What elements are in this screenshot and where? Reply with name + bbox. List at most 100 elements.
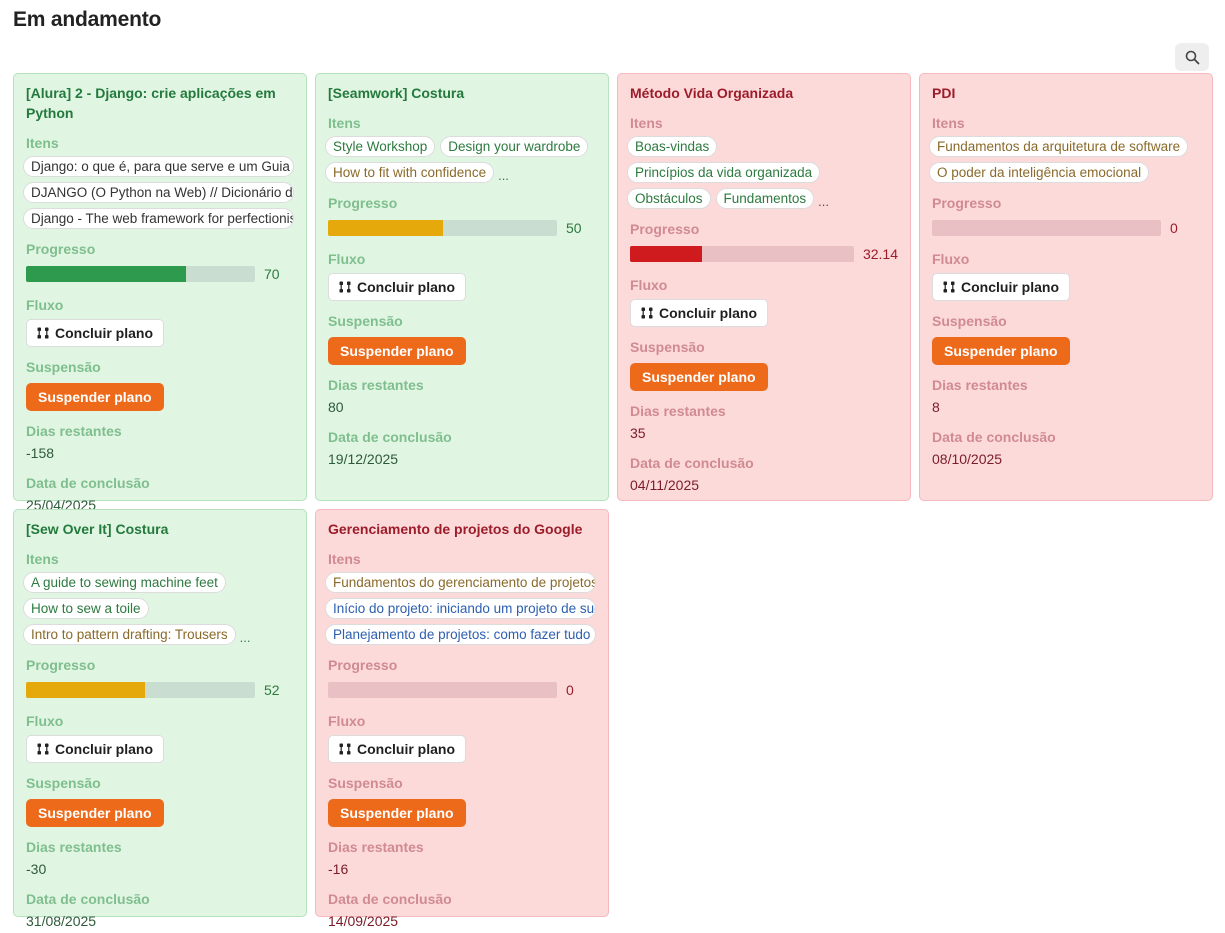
suspend-plan-button[interactable]: Suspender plano xyxy=(26,383,164,411)
flow-label: Fluxo xyxy=(328,713,366,729)
suspension-label: Suspensão xyxy=(26,359,101,375)
complete-plan-button[interactable]: Concluir plano xyxy=(328,735,466,763)
suspend-plan-button[interactable]: Suspender plano xyxy=(328,799,466,827)
progress-value: 50 xyxy=(566,220,582,236)
item-chip[interactable]: Intro to pattern drafting: Trousers xyxy=(23,624,236,645)
flow-label: Fluxo xyxy=(932,251,970,267)
days-remaining-value: -30 xyxy=(26,861,47,877)
search-icon xyxy=(1185,50,1199,64)
complete-plan-button[interactable]: Concluir plano xyxy=(932,273,1070,301)
progress-bar xyxy=(328,220,557,236)
item-chip[interactable]: Fundamentos do gerenciamento de projetos xyxy=(325,572,596,593)
complete-plan-label: Concluir plano xyxy=(659,305,757,321)
item-chip[interactable]: Início do projeto: iniciando um projeto … xyxy=(325,598,596,619)
suspension-label: Suspensão xyxy=(630,339,705,355)
items-label: Itens xyxy=(932,115,965,131)
item-chip[interactable]: Design your wardrobe xyxy=(440,136,589,157)
progress-value: 52 xyxy=(264,682,280,698)
progress-row: 0 xyxy=(932,217,1200,239)
complete-plan-button[interactable]: Concluir plano xyxy=(328,273,466,301)
plan-card: [Seamwork] Costura Itens Style Workshop Des… xyxy=(315,73,609,501)
item-chip[interactable]: Planejamento de projetos: como fazer tud… xyxy=(325,624,596,645)
complete-plan-label: Concluir plano xyxy=(55,741,153,757)
flow-label: Fluxo xyxy=(630,277,668,293)
page-title: Em andamento xyxy=(13,8,162,31)
workflow-icon xyxy=(339,743,351,755)
item-chip[interactable]: Fundamentos da arquitetura de software xyxy=(929,136,1189,157)
item-chip[interactable]: Django - The web framework for perfectio… xyxy=(23,208,294,229)
items-list: A guide to sewing machine feet How to sew… xyxy=(23,572,294,645)
progress-fill xyxy=(26,266,187,282)
item-chip[interactable]: O poder da inteligência emocional xyxy=(929,162,1150,183)
flow-label: Fluxo xyxy=(328,251,366,267)
progress-label: Progresso xyxy=(26,241,96,257)
card-title[interactable]: Método Vida Organizada xyxy=(630,83,898,103)
item-chip[interactable]: How to fit with confidence xyxy=(325,162,495,183)
item-chip[interactable]: Boas-vindas xyxy=(627,136,718,157)
suspension-label: Suspensão xyxy=(328,775,403,791)
completion-date-label: Data de conclusão xyxy=(932,429,1056,445)
card-title[interactable]: [Sew Over It] Costura xyxy=(26,519,294,539)
card-title[interactable]: [Alura] 2 - Django: crie aplicações em P… xyxy=(26,83,294,123)
items-list: Boas-vindas Princípios da vida organizada… xyxy=(627,136,898,209)
item-chip[interactable]: DJANGO (O Python na Web) // Dicionário d… xyxy=(23,182,294,203)
flow-label: Fluxo xyxy=(26,297,64,313)
search-button[interactable] xyxy=(1175,43,1209,71)
complete-plan-button[interactable]: Concluir plano xyxy=(630,299,768,327)
suspend-plan-button[interactable]: Suspender plano xyxy=(26,799,164,827)
items-list: Fundamentos da arquitetura de software O … xyxy=(929,136,1200,183)
plan-card: Método Vida Organizada Itens Boas-vindas Pr… xyxy=(617,73,911,501)
suspension-label: Suspensão xyxy=(26,775,101,791)
completion-date-value: 31/08/2025 xyxy=(26,913,97,929)
completion-date-label: Data de conclusão xyxy=(328,891,452,907)
complete-plan-label: Concluir plano xyxy=(357,741,455,757)
progress-value: 70 xyxy=(264,266,280,282)
progress-bar xyxy=(26,266,255,282)
item-chip[interactable]: Princípios da vida organizada xyxy=(627,162,821,183)
progress-value: 32.14 xyxy=(862,246,898,262)
plan-card: [Alura] 2 - Django: crie aplicações em P… xyxy=(13,73,307,513)
progress-fill xyxy=(328,220,443,236)
workflow-icon xyxy=(943,281,955,293)
item-chip[interactable]: A guide to sewing machine feet xyxy=(23,572,226,593)
progress-fill xyxy=(630,246,702,262)
days-remaining-value: 80 xyxy=(328,399,344,415)
progress-value: 0 xyxy=(566,682,574,698)
days-remaining-value: -158 xyxy=(26,445,55,461)
progress-label: Progresso xyxy=(26,657,96,673)
suspend-plan-button[interactable]: Suspender plano xyxy=(932,337,1070,365)
progress-label: Progresso xyxy=(630,221,700,237)
progress-row: 32.14 xyxy=(630,243,898,265)
days-remaining-label: Dias restantes xyxy=(26,839,122,855)
suspend-plan-button[interactable]: Suspender plano xyxy=(328,337,466,365)
item-chip[interactable]: Django: o que é, para que serve e um Gui… xyxy=(23,156,294,177)
suspension-label: Suspensão xyxy=(328,313,403,329)
complete-plan-button[interactable]: Concluir plano xyxy=(26,319,164,347)
complete-plan-button[interactable]: Concluir plano xyxy=(26,735,164,763)
items-label: Itens xyxy=(328,551,361,567)
complete-plan-label: Concluir plano xyxy=(961,279,1059,295)
completion-date-label: Data de conclusão xyxy=(26,891,150,907)
complete-plan-label: Concluir plano xyxy=(357,279,455,295)
progress-label: Progresso xyxy=(328,195,398,211)
card-title[interactable]: PDI xyxy=(932,83,1200,103)
items-list: Style Workshop Design your wardrobe How to… xyxy=(325,136,596,183)
card-title[interactable]: [Seamwork] Costura xyxy=(328,83,596,103)
suspend-plan-button[interactable]: Suspender plano xyxy=(630,363,768,391)
items-list: Django: o que é, para que serve e um Gui… xyxy=(23,156,294,229)
card-title[interactable]: Gerenciamento de projetos do Google xyxy=(328,519,596,539)
plan-card: [Sew Over It] Costura Itens A guide to sew… xyxy=(13,509,307,929)
item-chip[interactable]: Style Workshop xyxy=(325,136,436,157)
progress-row: 52 xyxy=(26,679,294,701)
completion-date-value: 04/11/2025 xyxy=(630,477,700,493)
workflow-icon xyxy=(641,307,653,319)
item-chip[interactable]: Fundamentos xyxy=(715,188,815,209)
progress-fill xyxy=(26,682,146,698)
plan-card: Gerenciamento de projetos do Google Itens… xyxy=(315,509,609,929)
days-remaining-label: Dias restantes xyxy=(26,423,122,439)
item-chip[interactable]: How to sew a toile xyxy=(23,598,149,619)
item-chip[interactable]: Obstáculos xyxy=(627,188,711,209)
progress-value: 0 xyxy=(1170,220,1178,236)
completion-date-label: Data de conclusão xyxy=(26,475,150,491)
progress-label: Progresso xyxy=(932,195,1002,211)
